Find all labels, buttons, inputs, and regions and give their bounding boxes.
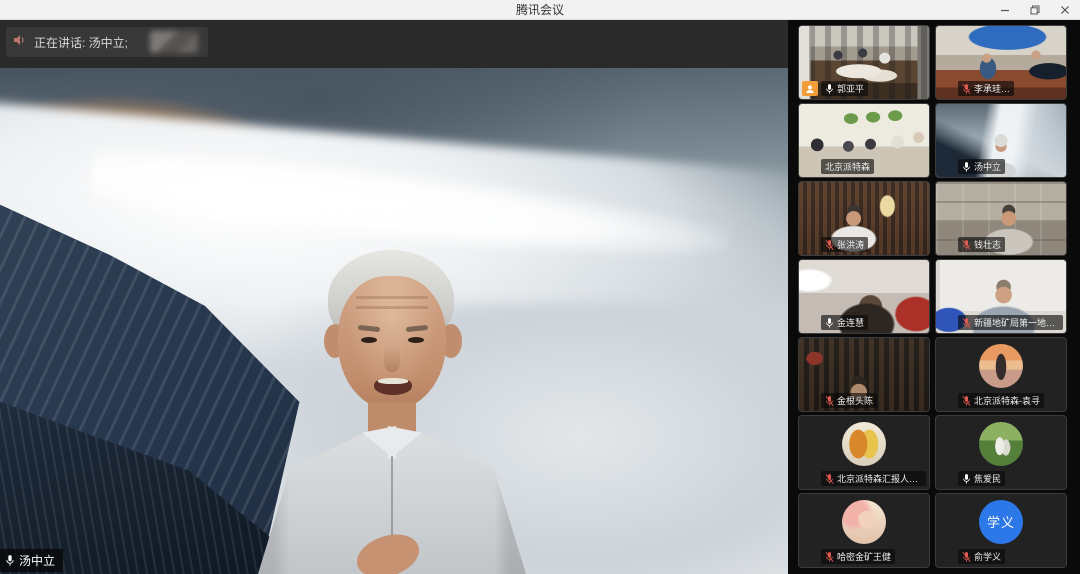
speaking-label: 正在讲话: 汤中立; xyxy=(34,34,128,51)
mic-muted-icon xyxy=(962,239,971,251)
speaking-indicator: 正在讲话: 汤中立; xyxy=(6,27,208,57)
participant-tile[interactable]: 北京派特森汇报人石魏越 xyxy=(798,415,930,490)
mic-on-icon xyxy=(962,473,971,485)
participant-avatar xyxy=(979,422,1023,466)
wrinkle xyxy=(356,296,428,299)
main-video-name: 汤中立 xyxy=(19,552,55,569)
participant-name-bar: 北京派特森-袁寻 xyxy=(958,393,1044,408)
participant-name: 北京派特森-袁寻 xyxy=(974,394,1040,407)
participant-name: 张洪涛 xyxy=(837,238,864,251)
participant-name-bar: 哈密金矿王健 xyxy=(821,549,895,564)
participant-name-bar: 新疆地矿局第一地质大队高俊宝 xyxy=(958,315,1063,330)
participant-name-bar: 钱壮志 xyxy=(958,237,1005,252)
participant-avatar: 学义 xyxy=(979,500,1023,544)
participant-tile[interactable]: 北京派特森-袁寻 xyxy=(935,337,1067,412)
participant-name-bar: 李承珪… xyxy=(958,81,1014,96)
participant-name-bar: 焦爱民 xyxy=(958,471,1005,486)
participant-name-bar: 汤中立 xyxy=(958,159,1005,174)
participant-tile[interactable]: 汤中立 xyxy=(935,103,1067,178)
mic-muted-icon xyxy=(962,83,971,95)
participant-tile[interactable]: 学义 俞学义 xyxy=(935,493,1067,568)
participant-name: 北京派特森汇报人石魏越 xyxy=(837,472,922,485)
main-video[interactable]: 汤中立 xyxy=(0,68,788,574)
member-icon xyxy=(802,81,818,96)
mic-on-icon xyxy=(825,317,834,329)
speaker-eye xyxy=(408,337,424,343)
mic-muted-icon xyxy=(962,317,971,329)
participant-tile[interactable]: 焦爱民 xyxy=(935,415,1067,490)
participant-name: 李承珪… xyxy=(974,82,1010,95)
titlebar: 腾讯会议 xyxy=(0,0,1080,20)
participants-sidebar: 郭亚平 李承珪… xyxy=(788,20,1080,574)
participant-name-bar: 金连慧 xyxy=(821,315,868,330)
speaker-person xyxy=(272,250,512,574)
speaker-nose xyxy=(384,346,400,372)
participant-tile[interactable]: 新疆地矿局第一地质大队高俊宝 xyxy=(935,259,1067,334)
participant-grid: 郭亚平 李承珪… xyxy=(798,25,1068,568)
mic-on-icon xyxy=(962,161,971,173)
window-controls xyxy=(990,0,1080,20)
window-title: 腾讯会议 xyxy=(516,1,564,18)
main-video-name-tag: 汤中立 xyxy=(0,549,63,572)
mic-on-icon xyxy=(825,83,834,95)
participant-avatar xyxy=(979,344,1023,388)
close-icon[interactable] xyxy=(1050,0,1080,20)
participant-tile[interactable]: 郭亚平 xyxy=(798,25,930,100)
mic-muted-icon xyxy=(825,395,834,407)
speaker-icon xyxy=(12,33,26,52)
participant-tile[interactable]: 金根头陈 xyxy=(798,337,930,412)
participant-name: 汤中立 xyxy=(974,160,1001,173)
speaker-eye xyxy=(361,337,377,343)
participant-tile[interactable]: 哈密金矿王健 xyxy=(798,493,930,568)
participant-name: 焦爱民 xyxy=(974,472,1001,485)
participant-name: 金连慧 xyxy=(837,316,864,329)
participant-name: 哈密金矿王健 xyxy=(837,550,891,563)
participant-name: 金根头陈 xyxy=(837,394,873,407)
mic-muted-icon xyxy=(962,395,971,407)
mic-muted-icon xyxy=(962,551,971,563)
participant-tile[interactable]: 北京派特森 xyxy=(798,103,930,178)
participant-tile[interactable]: 钱壮志 xyxy=(935,181,1067,256)
mic-muted-icon xyxy=(825,551,834,563)
minimize-icon[interactable] xyxy=(990,0,1020,20)
participant-name-bar: 张洪涛 xyxy=(821,237,868,252)
participant-avatar xyxy=(842,500,886,544)
participant-name: 钱壮志 xyxy=(974,238,1001,251)
participant-name-bar: 郭亚平 xyxy=(821,81,868,96)
speaker-mouth xyxy=(374,378,412,395)
participant-name: 俞学义 xyxy=(974,550,1001,563)
participant-name-bar: 金根头陈 xyxy=(821,393,877,408)
mic-on-icon xyxy=(5,554,15,567)
participant-name: 郭亚平 xyxy=(837,82,864,95)
wrinkle xyxy=(356,306,428,309)
participant-name-bar: 北京派特森汇报人石魏越 xyxy=(821,471,926,486)
tencent-meeting-window: 腾讯会议 正在讲话: 汤中立; xyxy=(0,0,1080,574)
mic-muted-icon xyxy=(825,473,834,485)
participant-tile[interactable]: 张洪涛 xyxy=(798,181,930,256)
participant-tile[interactable]: 金连慧 xyxy=(798,259,930,334)
participant-name: 北京派特森 xyxy=(825,160,870,173)
participant-name-bar: 俞学义 xyxy=(958,549,1005,564)
participant-name-bar: 北京派特森 xyxy=(821,159,874,174)
watermark-blur xyxy=(150,31,198,53)
maximize-icon[interactable] xyxy=(1020,0,1050,20)
speaking-bar: 正在讲话: 汤中立; xyxy=(0,20,788,68)
participant-tile[interactable]: 李承珪… xyxy=(935,25,1067,100)
participant-name: 新疆地矿局第一地质大队高俊宝 xyxy=(974,316,1059,329)
mic-muted-icon xyxy=(825,239,834,251)
participant-avatar xyxy=(842,422,886,466)
